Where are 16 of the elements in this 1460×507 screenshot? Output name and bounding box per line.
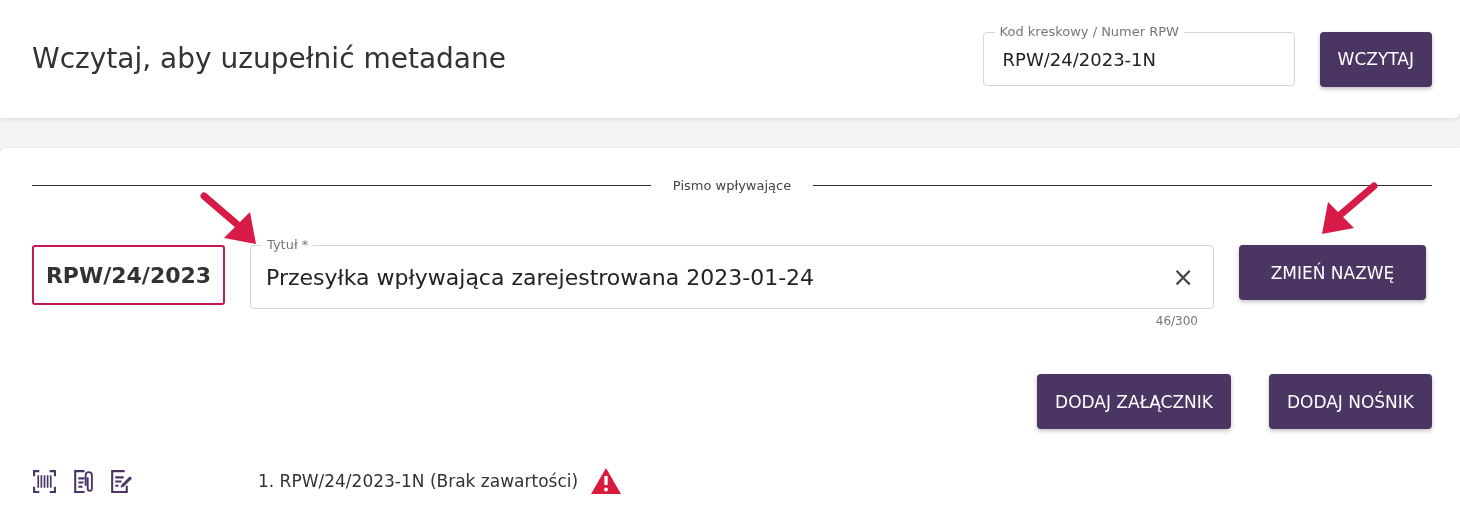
action-button[interactable]: DODAJ ZAŁĄCZNIK [1037, 374, 1231, 429]
field-label: Tytuł * [262, 237, 314, 253]
document-pencil-icon [108, 468, 133, 494]
title-field[interactable]: Tytuł * Przesyłka wpływająca zarejestrowana 2023-01-24 × [250, 236, 1214, 309]
field-label: Kod kreskowy / Numer RPW [994, 24, 1184, 40]
barcode-icon [32, 468, 57, 494]
barcode-field[interactable]: Kod kreskowy / Numer RPW RPW/24/2023-1N [982, 23, 1295, 86]
clear-icon[interactable]: × [1168, 262, 1198, 292]
character-counter: 46/300 [1154, 314, 1199, 328]
action-button[interactable]: DODAJ NOŚNIK [1268, 374, 1432, 429]
document-number: RPW/24/2023 [32, 245, 225, 305]
rename-button[interactable]: ZMIEŃ NAZWĘ [1239, 245, 1426, 300]
load-button[interactable]: WCZYTAJ [1319, 31, 1432, 87]
attachment-item[interactable]: 1. RPW/24/2023-1N (Brak zawartości) [258, 471, 579, 491]
page-title: Wczytaj, aby uzupełnić metadane [32, 41, 506, 77]
section-title: Pismo wpływające [672, 178, 792, 193]
